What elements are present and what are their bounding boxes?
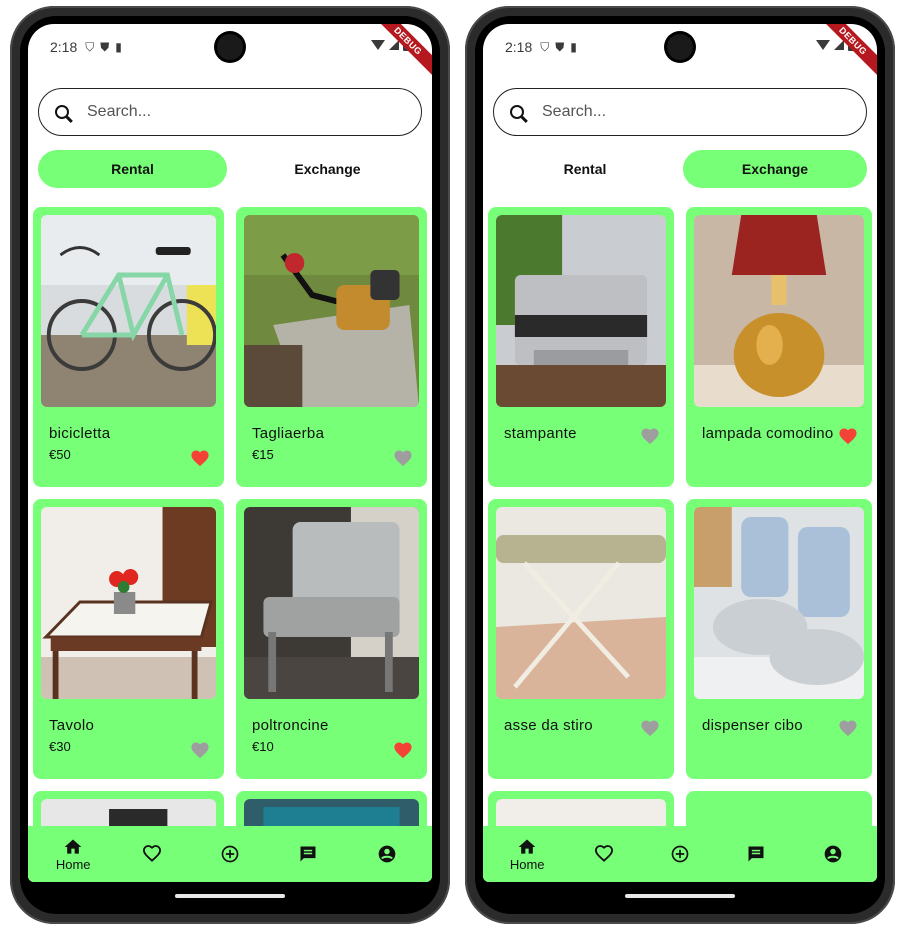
wifi-icon (816, 39, 830, 50)
heart-filled-icon[interactable] (838, 427, 858, 445)
item-card[interactable]: asse da stiro (488, 499, 674, 779)
category-tabs: Rental Exchange (38, 150, 422, 188)
search-input[interactable] (542, 103, 842, 121)
nav-home-label: Home (55, 856, 91, 872)
category-tabs: Rental Exchange (493, 150, 867, 188)
shield-outline-icon: ⛉ (540, 39, 550, 54)
search-icon (510, 105, 524, 119)
nav-favorites[interactable] (132, 844, 172, 864)
item-card[interactable]: Tavolo €30 (33, 499, 224, 779)
item-card[interactable]: stampante (488, 207, 674, 487)
heart-filled-icon[interactable] (640, 719, 660, 737)
item-photo-printer (496, 215, 666, 407)
item-name: poltroncine (252, 717, 329, 734)
item-photo-armchair (244, 507, 419, 699)
item-card[interactable]: poltroncine €10 (236, 499, 427, 779)
item-photo-lamp (694, 215, 864, 407)
item-name: Tavolo (49, 717, 95, 734)
search-bar[interactable] (493, 88, 867, 136)
nav-home[interactable]: Home (507, 837, 547, 872)
item-card[interactable]: lampada comodino (686, 207, 872, 487)
item-photo-food-dispenser (694, 507, 864, 699)
heart-outline-icon (594, 845, 613, 862)
gesture-home-bar[interactable] (625, 894, 735, 898)
nav-chat[interactable] (736, 844, 776, 864)
chat-icon (300, 846, 316, 862)
sd-card-icon: ▮ (115, 40, 122, 54)
item-photo-trimmer (244, 215, 419, 407)
bottom-navigation: Home (483, 826, 877, 882)
search-input[interactable] (87, 103, 387, 121)
heart-filled-icon[interactable] (838, 719, 858, 737)
item-photo-bicycle (41, 215, 216, 407)
status-time: 2:18 (50, 39, 78, 55)
item-card[interactable]: Tagliaerba €15 (236, 207, 427, 487)
nav-chat[interactable] (288, 844, 328, 864)
item-card[interactable]: bicicletta €50 (33, 207, 224, 487)
nav-home[interactable]: Home (53, 837, 93, 872)
front-camera (217, 34, 243, 60)
heart-filled-icon[interactable] (393, 741, 413, 759)
phone-bezel: 2:18 ⛉ ⛊ ▮ DEBUG Rental Exchange (475, 16, 885, 914)
bottom-navigation: Home (28, 826, 432, 882)
front-camera (667, 34, 693, 60)
status-time: 2:18 (505, 39, 533, 55)
item-card[interactable]: dispenser cibo (686, 499, 872, 779)
sd-card-icon: ▮ (570, 40, 577, 54)
heart-filled-icon[interactable] (393, 449, 413, 467)
tab-exchange[interactable]: Exchange (683, 150, 867, 188)
add-circle-icon (221, 845, 239, 863)
home-icon (518, 839, 536, 854)
item-name: Tagliaerba (252, 425, 325, 442)
item-name: bicicletta (49, 425, 111, 442)
nav-add[interactable] (210, 844, 250, 864)
shield-icon: ⛊ (100, 39, 110, 54)
item-photo-ironing-board (496, 507, 666, 699)
account-icon (824, 845, 842, 863)
shield-outline-icon: ⛉ (85, 39, 95, 54)
phone-frame-right: 2:18 ⛉ ⛊ ▮ DEBUG Rental Exchange (465, 6, 895, 924)
search-icon (55, 105, 69, 119)
chat-icon (748, 846, 764, 862)
add-circle-icon (671, 845, 689, 863)
items-grid: stampante lampada comodino asse da stiro… (488, 207, 872, 851)
nav-profile[interactable] (367, 844, 407, 864)
item-photo-table (41, 507, 216, 699)
phone-bezel: 2:18 ⛉ ⛊ ▮ DEBUG Rental Exchange (20, 16, 440, 914)
heart-filled-icon[interactable] (190, 741, 210, 759)
tab-exchange[interactable]: Exchange (233, 150, 422, 188)
app-screen-exchange: 2:18 ⛉ ⛊ ▮ DEBUG Rental Exchange (483, 24, 877, 882)
tab-rental[interactable]: Rental (38, 150, 227, 188)
account-icon (378, 845, 396, 863)
app-screen-rental: 2:18 ⛉ ⛊ ▮ DEBUG Rental Exchange (28, 24, 432, 882)
shield-icon: ⛊ (555, 39, 565, 54)
items-grid: bicicletta €50 Tagliaerba €15 Tavolo €30… (33, 207, 427, 851)
nav-favorites[interactable] (584, 844, 624, 864)
search-bar[interactable] (38, 88, 422, 136)
gesture-home-bar[interactable] (175, 894, 285, 898)
home-icon (64, 839, 82, 854)
heart-filled-icon[interactable] (640, 427, 660, 445)
nav-add[interactable] (660, 844, 700, 864)
phone-frame-left: 2:18 ⛉ ⛊ ▮ DEBUG Rental Exchange (10, 6, 450, 924)
wifi-icon (371, 39, 385, 50)
nav-home-label: Home (509, 856, 545, 872)
tab-rental[interactable]: Rental (493, 150, 677, 188)
heart-filled-icon[interactable] (190, 449, 210, 467)
nav-profile[interactable] (813, 844, 853, 864)
heart-outline-icon (142, 845, 161, 862)
